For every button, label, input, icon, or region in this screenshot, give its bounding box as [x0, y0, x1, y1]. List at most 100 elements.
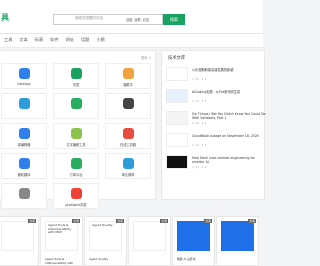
translate-icon	[18, 158, 30, 169]
search-placeholder: 搜索您想要的内容	[75, 16, 103, 20]
cloud-icon	[18, 68, 30, 79]
site-logo[interactable]: 具	[1, 12, 9, 23]
nav-item[interactable]: 网址	[66, 37, 74, 43]
doc-tag: 文库	[28, 219, 36, 223]
doc-card[interactable]: 文库数据 AI 白皮书	[172, 216, 215, 266]
article-item[interactable]: How Dash uses context engineering for sm…	[166, 155, 266, 173]
tool-tile[interactable]	[53, 93, 99, 119]
tool-tile[interactable]: 订单平台	[53, 153, 99, 179]
tool-label: 在线工具箱	[120, 143, 136, 147]
search-box[interactable]: 搜索您想要的内容 百度 谷歌 必应	[53, 14, 163, 25]
nav-item[interactable]: 软件	[50, 37, 58, 43]
article-item[interactable]: 以乐观期盼接高速发展的新颖 ◷ 1d · 3 ★	[166, 67, 266, 85]
header: 具 搜索您想要的内容 百度 谷歌 必应 搜索	[0, 0, 263, 34]
doc-card[interactable]: Agent Quality 文库 Agent Quality	[84, 216, 127, 266]
doc-preview	[177, 221, 210, 251]
engine-option[interactable]: 百度	[126, 17, 132, 22]
doc-preview	[133, 221, 166, 251]
doc-caption: 数据 AI 白皮书	[177, 257, 196, 261]
engine-option[interactable]: 谷歌	[134, 17, 140, 22]
article-thumbnail	[166, 155, 188, 169]
doc-caption: Agent Quality	[89, 257, 109, 261]
doc-preview	[221, 221, 254, 251]
tool-label: 源编辑器	[17, 143, 31, 147]
doc-card[interactable]: 文库	[128, 216, 171, 266]
chrome-icon	[70, 188, 82, 199]
tool-tile[interactable]: pixelgent浏览	[53, 183, 99, 209]
tool-label: hotsApp	[17, 82, 31, 86]
article-item[interactable]: Six Things I Bet You Didn't Know You Cou…	[166, 111, 266, 129]
search-engines: 百度 谷歌 必应	[126, 17, 149, 22]
nav-item[interactable]: 小鹅	[96, 37, 104, 43]
order-icon	[70, 158, 82, 169]
tool-label: pixelgent浏览	[65, 203, 87, 207]
doc-tag: 文库	[248, 219, 256, 223]
edit-icon	[18, 128, 30, 139]
doc-card[interactable]: Agent Tools & Interoperability with MCP 文…	[40, 216, 83, 266]
doc-preview: Agent Quality	[89, 221, 122, 251]
tools-more-link[interactable]: 更多 >	[141, 55, 151, 60]
engine-option[interactable]: 必应	[143, 17, 149, 22]
tools-panel: 更多 > hotsApp 天盾 猫眼平源编辑器 文字编辑工具 在线工具箱微软翻译 订单平台…	[0, 50, 156, 209]
articles-title: 技术文库	[168, 56, 186, 61]
doc-tag: 文库	[72, 219, 80, 223]
tool-tile[interactable]: 猫眼平	[105, 63, 151, 89]
doc-card[interactable]: 文库	[0, 216, 39, 266]
nav-item[interactable]: 文本	[19, 37, 27, 43]
unit-icon	[122, 158, 134, 169]
tool-tile[interactable]	[105, 93, 151, 119]
tool-tile[interactable]: 天盾	[53, 63, 99, 89]
green-icon	[70, 98, 82, 109]
code-icon	[122, 98, 134, 109]
article-item[interactable]: CloudBook outage on November 18, 2025 ◷ 1…	[166, 133, 266, 151]
article-title: AICoding实践：从Prd到代码生成	[192, 90, 241, 94]
article-thumbnail	[166, 67, 188, 81]
search-button[interactable]: 搜索	[163, 14, 185, 25]
drive-icon	[70, 68, 82, 79]
tool-tile[interactable]: 文字编辑工具	[53, 123, 99, 149]
box-icon	[122, 128, 134, 139]
compass-icon	[18, 98, 30, 109]
nav-bar: 工具 文本 码表 软件 网址 话题 小鹅	[0, 34, 263, 48]
article-title: Six Things I Bet You Didn't Know You Cou…	[192, 112, 266, 120]
article-thumbnail	[166, 133, 188, 147]
tool-label: 单位换算	[121, 173, 135, 177]
tool-tile[interactable]: hotsApp	[1, 63, 47, 89]
doc-preview: Agent Tools & Interoperability with MCP	[45, 221, 78, 251]
tool-tile[interactable]: 微软翻译	[1, 153, 47, 179]
article-meta: ◷ 1d · 3 ★	[192, 121, 207, 125]
tool-tile[interactable]: 单位换算	[105, 153, 151, 179]
article-item[interactable]: AICoding实践：从Prd到代码生成 ◷ 1d · 3 ★	[166, 89, 266, 107]
nav-item[interactable]: 工具	[4, 37, 12, 43]
article-thumbnail	[166, 89, 188, 103]
doc-tag: 文库	[116, 219, 124, 223]
cards-row: 文库 Agent Tools & Interoperability with MC…	[0, 216, 263, 266]
text-icon	[70, 128, 82, 139]
tool-tile[interactable]: 源编辑器	[1, 123, 47, 149]
tool-tile[interactable]	[1, 93, 47, 119]
doc-caption: Agent Tools & Interoperability with	[45, 257, 74, 265]
article-thumbnail	[166, 111, 188, 125]
tool-tile[interactable]: 在线工具箱	[105, 123, 151, 149]
article-title: 以乐观期盼接高速发展的新颖	[192, 68, 234, 72]
tool-tile[interactable]	[1, 183, 47, 209]
cat-icon	[122, 68, 134, 79]
tool-label: 天盾	[72, 83, 80, 87]
article-meta: ◷ 1d · 3 ★	[192, 77, 207, 81]
tool-label: 猫眼平	[123, 83, 133, 87]
doc-card[interactable]: 文库	[216, 216, 259, 266]
tool-label: 微软翻译	[17, 173, 31, 177]
nav-item[interactable]: 话题	[81, 37, 89, 43]
doc-tag: 文库	[204, 219, 212, 223]
articles-panel: 技术文库 以乐观期盼接高速发展的新颖 ◷ 1d · 3 ★ AICoding实践：从…	[161, 50, 265, 200]
article-title: How Dash uses context engineering for sm…	[192, 156, 255, 164]
doc-preview	[1, 221, 34, 251]
article-meta: ◷ 1d · 3 ★	[192, 99, 207, 103]
article-meta: ◷ 1d · 3 ★	[192, 165, 207, 169]
article-meta: ◷ 1d · 3 ★	[192, 143, 207, 147]
nav-item[interactable]: 码表	[35, 37, 43, 43]
tool-label: 订单平台	[69, 173, 83, 177]
article-title: CloudBook outage on November 18, 2025	[192, 134, 259, 138]
doc-tag: 文库	[160, 219, 168, 223]
misc-icon	[18, 188, 30, 199]
